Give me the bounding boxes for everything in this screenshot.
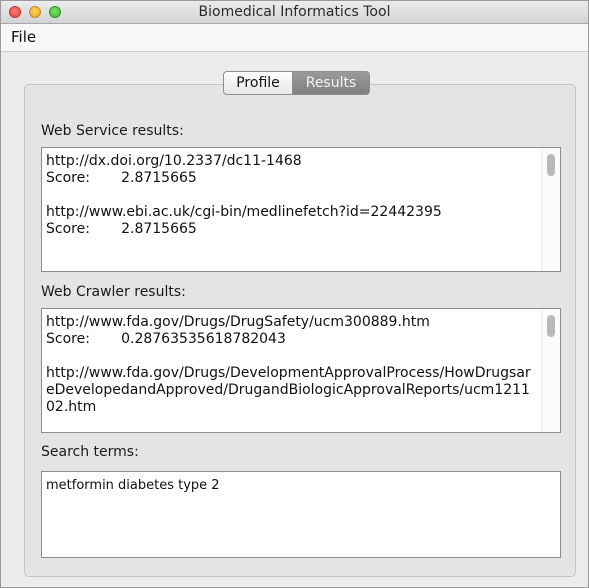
list-item: http://www.fda.gov/Drugs/DevelopmentAppr… — [46, 365, 538, 416]
app-window: Biomedical Informatics Tool File Profile… — [0, 0, 589, 588]
list-item: http://www.ebi.ac.uk/cgi-bin/medlinefetc… — [46, 204, 538, 238]
result-url: http://dx.doi.org/10.2337/dc11-1468 — [46, 153, 302, 169]
search-terms-label: Search terms: — [41, 444, 139, 460]
results-panel: Web Service results: http://dx.doi.org/1… — [24, 84, 576, 577]
result-url: http://www.fda.gov/Drugs/DevelopmentAppr… — [46, 365, 531, 415]
tab-bar: Profile Results — [223, 71, 370, 95]
scrollbar-thumb[interactable] — [547, 315, 555, 337]
vertical-scrollbar[interactable] — [541, 148, 560, 271]
result-score: Score: 0.28763535618782043 — [46, 331, 286, 347]
search-terms-field[interactable]: metformin diabetes type 2 — [41, 471, 561, 558]
menu-file[interactable]: File — [11, 28, 36, 46]
tab-results[interactable]: Results — [293, 71, 370, 95]
result-url: http://www.fda.gov/Drugs/DrugSafety/ucm3… — [46, 314, 430, 330]
scrollbar-thumb[interactable] — [547, 154, 555, 176]
list-item: http://www.fda.gov/Drugs/DrugSafety/ucm3… — [46, 314, 538, 348]
list-item: http://dx.doi.org/10.2337/dc11-1468 Scor… — [46, 153, 538, 187]
title-bar[interactable]: Biomedical Informatics Tool — [1, 1, 588, 24]
vertical-scrollbar[interactable] — [541, 309, 560, 432]
tab-profile[interactable]: Profile — [223, 71, 293, 95]
result-score: Score: 2.8715665 — [46, 170, 197, 186]
window-title: Biomedical Informatics Tool — [198, 4, 391, 20]
web-crawler-results-list: http://www.fda.gov/Drugs/DrugSafety/ucm3… — [46, 314, 538, 432]
menu-bar: File — [1, 24, 588, 52]
web-service-results-label: Web Service results: — [41, 123, 184, 139]
result-score: Score: 2.8715665 — [46, 221, 197, 237]
web-service-results-area[interactable]: http://dx.doi.org/10.2337/dc11-1468 Scor… — [41, 147, 561, 272]
web-service-results-list: http://dx.doi.org/10.2337/dc11-1468 Scor… — [46, 153, 538, 255]
search-terms-value: metformin diabetes type 2 — [46, 478, 220, 493]
web-crawler-results-label: Web Crawler results: — [41, 284, 186, 300]
result-url: http://www.ebi.ac.uk/cgi-bin/medlinefetc… — [46, 204, 442, 220]
web-crawler-results-area[interactable]: http://www.fda.gov/Drugs/DrugSafety/ucm3… — [41, 308, 561, 433]
